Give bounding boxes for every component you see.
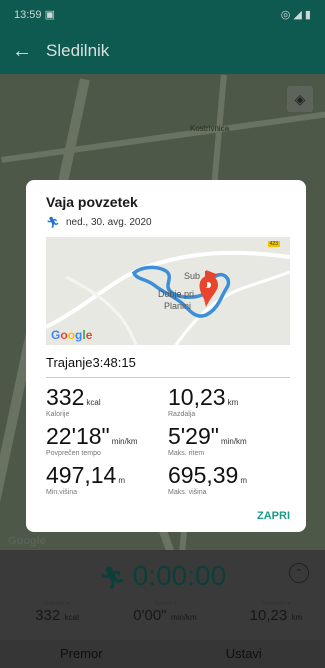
stat-value: 22'18" <box>46 423 110 449</box>
stat-unit: km <box>291 613 303 622</box>
tracker-actions: Premor Ustavi <box>0 640 325 668</box>
stat-value: 695,39 <box>168 462 239 488</box>
stat-label: Povprečen tempo <box>46 450 101 457</box>
stat-value: 10,23 <box>249 607 288 624</box>
route-map[interactable]: Sub Dobje pri Planini 423 Google <box>46 237 290 345</box>
workout-summary-dialog: Vaja povzetek 🏃︎ ned., 30. avg. 2020 Sub… <box>26 180 306 532</box>
expand-button[interactable]: ⌃ <box>289 563 309 583</box>
duration-row: Trajanje3:48:15 <box>46 355 290 378</box>
stat-max-pace: 5'29" min/km Maks. ritem <box>168 423 290 458</box>
duration-label: Trajanje <box>46 355 93 370</box>
map-label: Dobje pri <box>158 289 195 299</box>
map-place-label: Kostrivnica <box>190 124 230 133</box>
stat-unit: min/km <box>111 437 138 446</box>
google-logo: Google <box>8 535 46 547</box>
stat-unit: min/km <box>220 437 247 446</box>
tracker-stat-calories[interactable]: Kalorije ▾ 332 kcal <box>22 600 92 625</box>
stat-label: Razdalja ▾ <box>261 601 291 607</box>
stat-avg-pace: 22'18" min/km Povprečen tempo <box>46 423 168 458</box>
stat-label: Tempo ▾ <box>153 601 177 607</box>
stat-unit: m <box>240 476 248 485</box>
page-title: Sledilnik <box>46 41 110 60</box>
dialog-date-row: 🏃︎ ned., 30. avg. 2020 <box>46 216 292 229</box>
stat-label: Min.višina <box>46 489 78 496</box>
stat-label: Kalorije ▾ <box>44 601 70 607</box>
status-bar: 13:59 ▣ ◎ ◢ ▮ <box>0 0 325 28</box>
tracker-stat-distance[interactable]: Razdalja ▾ 10,23 km <box>238 600 314 625</box>
app-bar: ← Sledilnik <box>0 28 325 74</box>
stop-button[interactable]: Ustavi <box>163 640 325 668</box>
stat-min-altitude: 497,14 m Min.višina <box>46 462 168 497</box>
stat-unit: min/km <box>170 613 197 622</box>
workout-date: ned., 30. avg. 2020 <box>65 217 152 228</box>
dialog-title: Vaja povzetek <box>46 194 138 210</box>
stat-value: 497,14 <box>46 462 117 488</box>
stat-value: 332 <box>35 607 61 624</box>
stat-value: 5'29" <box>168 423 219 449</box>
google-logo: Google <box>51 328 93 342</box>
stat-label: Maks. višina <box>168 489 207 496</box>
map-label: Sub <box>184 271 201 281</box>
tracker-timer: 🏃︎ 0:00:00 <box>0 560 325 592</box>
chevron-up-icon: ⌃ <box>294 567 304 579</box>
duration-value: 3:48:15 <box>92 355 136 370</box>
pause-button[interactable]: Premor <box>0 640 163 668</box>
status-icons: ◎ ◢ ▮ <box>280 8 311 21</box>
back-arrow-icon[interactable]: ← <box>12 40 32 63</box>
stat-value: 10,23 <box>168 384 226 410</box>
status-time: 13:59 ▣ <box>14 8 55 21</box>
stats-grid: 332 kcal Kalorije 10,23 km Razdalja 22'18"… <box>46 384 292 497</box>
stat-label: Kalorije <box>46 411 70 418</box>
road-badge: 423 <box>267 241 280 247</box>
stat-unit: kcal <box>86 398 101 407</box>
stat-calories: 332 kcal Kalorije <box>46 384 168 419</box>
stat-value: 332 <box>46 384 85 410</box>
stat-max-altitude: 695,39 m Maks. višina <box>168 462 290 497</box>
stat-unit: m <box>118 476 126 485</box>
runner-icon: 🏃︎ <box>46 217 60 229</box>
stat-unit: km <box>227 398 239 407</box>
stat-label: Razdalja <box>168 411 196 418</box>
close-button[interactable]: ZAPRI <box>257 510 290 522</box>
stat-value: 0'00" <box>133 607 167 624</box>
map-label: Planini <box>164 301 192 311</box>
stat-distance: 10,23 km Razdalja <box>168 384 290 419</box>
stat-label: Maks. ritem <box>168 450 205 457</box>
target-icon: ◈ <box>294 90 306 107</box>
stat-unit: kcal <box>64 613 79 622</box>
timer-value: 0:00:00 <box>132 560 227 591</box>
locate-button[interactable]: ◈ <box>287 86 313 112</box>
tracker-stat-pace[interactable]: Tempo ▾ 0'00" min/km <box>120 600 210 625</box>
runner-icon: 🏃︎ <box>98 565 127 590</box>
